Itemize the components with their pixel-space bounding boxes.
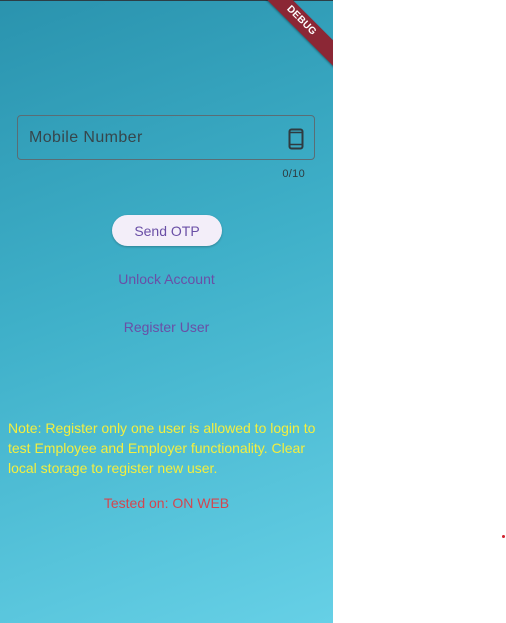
smartphone-icon (288, 128, 304, 150)
debug-banner: DEBUG (245, 0, 333, 77)
character-counter: 0/10 (282, 168, 305, 180)
unlock-account-button[interactable]: Unlock Account (0, 271, 333, 287)
mobile-number-input[interactable] (29, 116, 279, 159)
indicator-dot (502, 535, 505, 538)
mobile-number-field[interactable] (17, 115, 315, 160)
note-text: Note: Register only one user is allowed … (8, 420, 316, 476)
register-user-button[interactable]: Register User (0, 319, 333, 335)
tested-on-text: Tested on: ON WEB (103, 495, 230, 511)
app-screen: DEBUG 0/10 Send OTP Unlock Account Regis… (0, 0, 333, 623)
send-otp-button[interactable]: Send OTP (112, 215, 222, 246)
